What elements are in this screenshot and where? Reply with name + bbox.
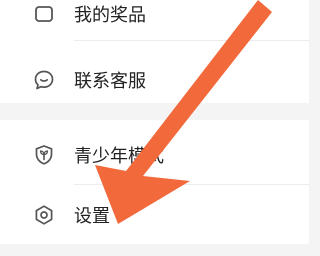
menu-item-label: 联系客服: [74, 71, 146, 92]
menu-item-my-goods[interactable]: 我的奖品: [0, 0, 309, 42]
menu-item-customer-service[interactable]: 联系客服: [0, 52, 309, 108]
menu-card-top: 我的奖品 联系客服: [0, 0, 309, 103]
menu-item-label: 我的奖品: [74, 5, 146, 26]
menu-card-bottom: 青少年模式 设置: [0, 120, 309, 244]
shield-sprout-icon: [32, 143, 56, 167]
divider: [74, 184, 309, 185]
menu-item-settings[interactable]: 设置: [0, 187, 309, 243]
menu-item-label: 青少年模式: [74, 146, 164, 167]
gear-hexagon-icon: [32, 203, 56, 227]
menu-item-label: 设置: [74, 206, 110, 227]
box-icon: [32, 2, 56, 26]
menu-item-teen-mode[interactable]: 青少年模式: [0, 127, 309, 183]
chat-bubble-icon: [32, 68, 56, 92]
divider: [74, 40, 309, 41]
screen: 我的奖品 联系客服 青少年模式 设置: [0, 0, 309, 256]
